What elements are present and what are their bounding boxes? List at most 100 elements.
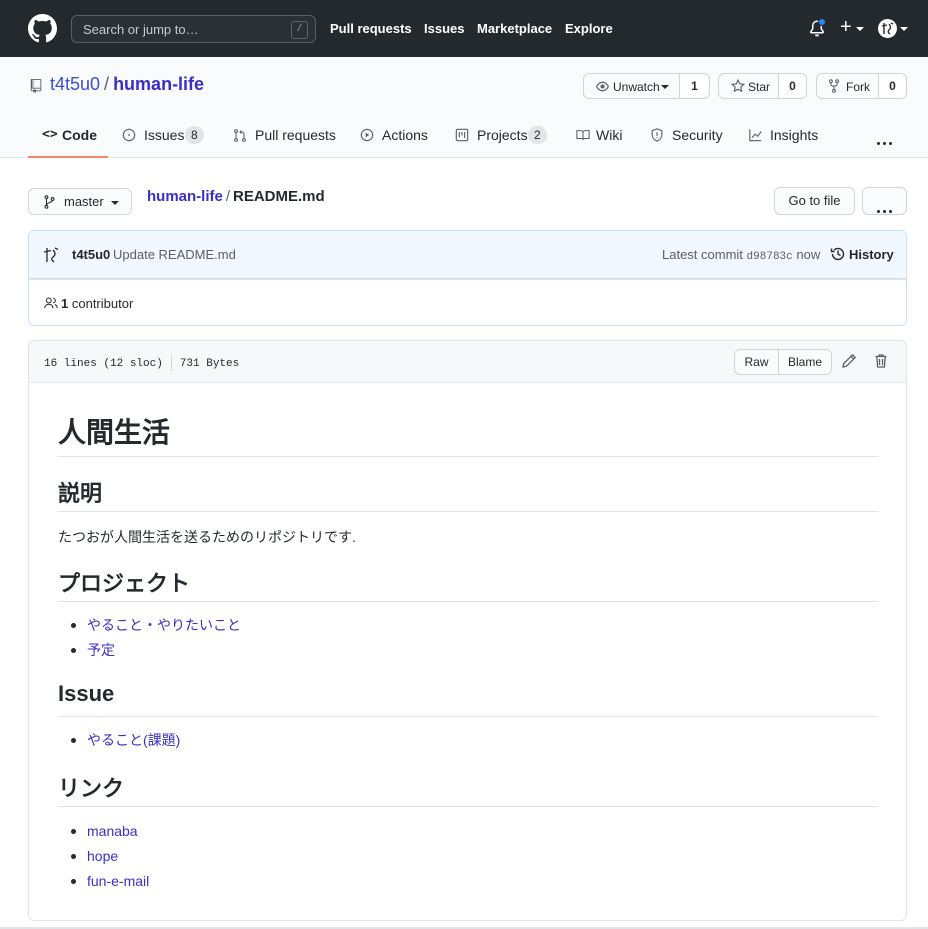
star-label: Star: [748, 80, 771, 94]
search-box[interactable]: /: [71, 15, 316, 43]
tab-insights-label: Insights: [770, 127, 819, 143]
user-menu-caret-icon: [900, 27, 908, 31]
file-info: 16 lines (12 sloc) 731 Bytes: [44, 355, 239, 371]
list-item: manaba: [58, 821, 149, 846]
project-list: やること・やりたいこと 予定: [58, 615, 241, 665]
star-count[interactable]: 0: [778, 74, 806, 98]
tab-code-label: Code: [62, 127, 97, 143]
latest-commit-info: Latest commit d98783c now: [662, 247, 820, 263]
file-lines: 16 lines (12 sloc): [44, 357, 163, 370]
tab-security-label: Security: [672, 127, 723, 143]
list-item: hope: [58, 846, 149, 871]
slash-shortcut-hint: /: [291, 21, 308, 39]
commit-message-link[interactable]: Update README.md: [113, 247, 236, 262]
history-link[interactable]: History: [849, 247, 894, 262]
breadcrumb-repo-link[interactable]: human-life: [147, 188, 223, 205]
fork-icon: [829, 79, 839, 93]
avatar-glyph-icon: [881, 22, 894, 35]
latest-commit-box: t4t5u0 Update README.md Latest commit d9…: [28, 230, 907, 326]
list-item: やること・やりたいこと: [58, 615, 241, 640]
commit-summary-row: t4t5u0 Update README.md Latest commit d9…: [29, 231, 906, 279]
link-fun-e-mail[interactable]: fun-e-mail: [87, 873, 149, 889]
link-manaba[interactable]: manaba: [87, 823, 138, 839]
issue-link-tasks[interactable]: やること(課題): [87, 732, 180, 748]
issue-divider: [58, 716, 878, 717]
readme-title: 人間生活: [58, 417, 171, 448]
project-link-schedule[interactable]: 予定: [87, 642, 115, 658]
contributor-count: 1: [61, 296, 69, 311]
trash-icon[interactable]: [873, 353, 889, 369]
code-icon: <>: [42, 127, 58, 142]
more-options-button[interactable]: [862, 187, 907, 215]
pencil-icon[interactable]: [841, 353, 857, 369]
repo-name-link[interactable]: human-life: [113, 74, 204, 94]
file-viewer: 16 lines (12 sloc) 731 Bytes Raw Blame 人間…: [28, 340, 907, 921]
branch-select-button[interactable]: master: [28, 188, 132, 215]
list-item: 予定: [58, 640, 241, 665]
global-header: / Pull requests Issues Marketplace Explo…: [0, 0, 928, 57]
commit-author-link[interactable]: t4t5u0: [72, 247, 110, 262]
tab-pull-requests-label: Pull requests: [255, 127, 336, 143]
tab-wiki-label: Wiki: [596, 127, 623, 143]
link-hope[interactable]: hope: [87, 848, 118, 864]
project-link-todo[interactable]: やること・やりたいこと: [87, 617, 241, 633]
file-size: 731 Bytes: [179, 357, 240, 370]
people-icon: [44, 297, 58, 309]
watch-button[interactable]: Unwatch 1: [583, 73, 710, 99]
tab-actions-label: Actions: [382, 127, 428, 143]
file-header: 16 lines (12 sloc) 731 Bytes Raw Blame: [29, 341, 906, 383]
links-divider: [58, 806, 878, 807]
branch-name: master: [64, 194, 104, 209]
notification-dot: [818, 18, 826, 26]
nav-issues[interactable]: Issues: [424, 21, 464, 36]
graph-icon: [749, 129, 762, 142]
star-button[interactable]: Star 0: [718, 73, 807, 99]
nav-marketplace[interactable]: Marketplace: [477, 21, 552, 36]
contributors-link[interactable]: 1 contributor: [61, 296, 133, 311]
more-tabs-icon[interactable]: [877, 132, 895, 148]
eye-icon: [596, 81, 609, 92]
go-to-file-button[interactable]: Go to file: [774, 187, 855, 215]
repo-title-separator: /: [104, 74, 110, 94]
breadcrumb-separator: /: [225, 188, 231, 205]
issue-icon: [122, 128, 136, 142]
create-new-icon[interactable]: +: [840, 17, 852, 37]
github-logo-icon[interactable]: [28, 14, 57, 43]
nav-explore[interactable]: Explore: [565, 21, 613, 36]
repo-owner-link[interactable]: t4t5u0: [50, 74, 100, 94]
latest-commit-label: Latest commit: [662, 247, 743, 262]
projects-counter: 2: [528, 126, 547, 144]
branch-icon: [44, 195, 55, 209]
commit-author-avatar[interactable]: [41, 245, 61, 265]
description-divider: [58, 511, 878, 512]
repo-icon: [30, 79, 42, 93]
fork-count[interactable]: 0: [878, 74, 906, 98]
raw-blame-group: Raw Blame: [734, 349, 832, 375]
commit-time: now: [796, 247, 821, 262]
watch-count[interactable]: 1: [679, 74, 709, 98]
commit-sha-link[interactable]: d98783c: [747, 251, 793, 263]
contributors-row: 1 contributor: [29, 279, 906, 325]
active-tab-indicator: [28, 156, 108, 158]
fork-button[interactable]: Fork 0: [816, 73, 907, 99]
shield-icon: [651, 128, 663, 142]
nav-pull-requests[interactable]: Pull requests: [330, 21, 412, 36]
blame-button[interactable]: Blame: [779, 350, 831, 374]
list-item: やること(課題): [58, 730, 180, 755]
tab-projects-label: Projects: [477, 127, 528, 143]
history-icon: [830, 247, 845, 261]
description-text: たつおが人間生活を送るためのリポジトリです.: [58, 529, 356, 545]
watch-caret-icon: [661, 85, 669, 89]
user-avatar[interactable]: [878, 19, 897, 38]
breadcrumb-file-name: README.md: [233, 188, 325, 205]
issue-list: やること(課題): [58, 730, 180, 755]
repo-title: t4t5u0/human-life: [50, 74, 204, 95]
raw-button[interactable]: Raw: [735, 350, 779, 374]
issues-counter: 8: [185, 126, 204, 144]
links-list: manaba hope fun-e-mail: [58, 821, 149, 896]
project-icon: [455, 128, 469, 142]
kebab-icon: [877, 200, 895, 216]
heading-links: リンク: [58, 776, 125, 801]
contributor-label: contributor: [71, 296, 134, 311]
search-input[interactable]: [72, 16, 315, 42]
